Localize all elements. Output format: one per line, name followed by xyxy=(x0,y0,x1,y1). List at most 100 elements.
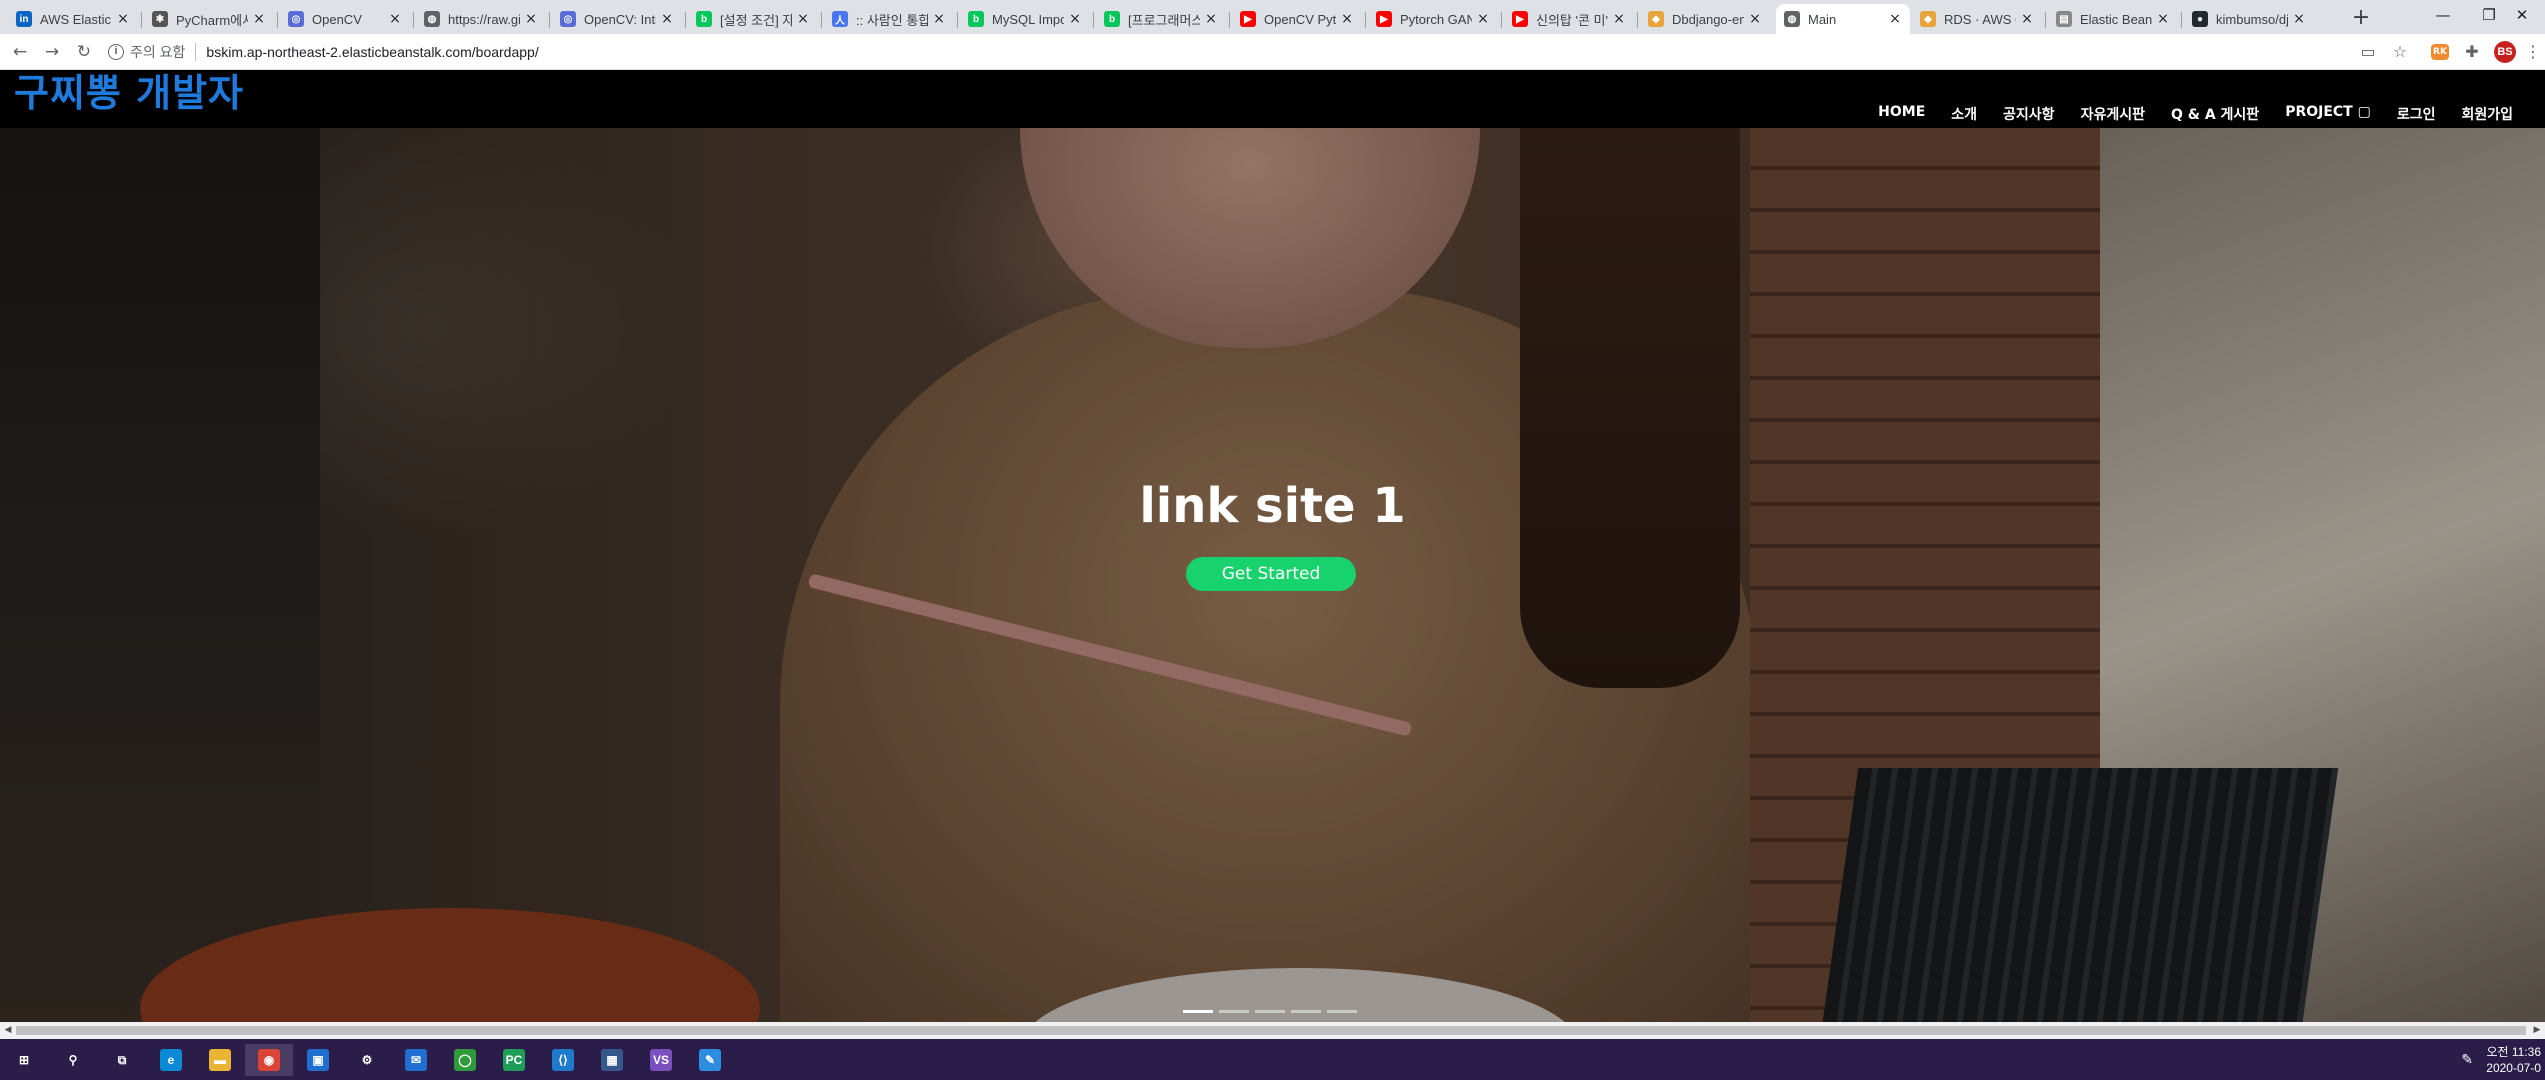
browser-tab[interactable]: ◆ Dbdjango-en × xyxy=(1640,4,1770,34)
nav-link[interactable]: Q & A 게시판 xyxy=(2158,104,2272,124)
settings-app[interactable]: ⚙ xyxy=(343,1044,391,1076)
carousel-indicator[interactable] xyxy=(1219,1010,1249,1013)
tab-close-icon[interactable]: × xyxy=(1748,11,1762,27)
tab-close-icon[interactable]: × xyxy=(1068,11,1082,27)
browser-tab[interactable]: ● kimbumso/dja× xyxy=(2184,4,2314,34)
scrollbar-thumb[interactable] xyxy=(16,1026,2526,1035)
profile-avatar[interactable]: BS xyxy=(2494,41,2516,63)
hero-title: link site 1 xyxy=(1139,478,1406,534)
back-arrow-icon[interactable]: ← xyxy=(8,40,32,64)
pycharm-app[interactable]: PC xyxy=(490,1044,538,1076)
mysql-workbench-app[interactable]: ▦ xyxy=(588,1044,636,1076)
forward-arrow-icon[interactable]: → xyxy=(40,40,64,64)
mail-app[interactable]: ✉ xyxy=(392,1044,440,1076)
scroll-right-arrow-icon[interactable]: ▶ xyxy=(2529,1022,2545,1039)
site-logo[interactable]: 구찌뽕 개발자 xyxy=(14,70,244,117)
browser-tab[interactable]: ▶ 신의탑 '콘 미', × xyxy=(1504,4,1634,34)
tab-title: :: 사람인 통합 xyxy=(856,12,928,28)
carousel-indicator[interactable] xyxy=(1183,1010,1213,1013)
tab-title: Pytorch GAN xyxy=(1400,11,1472,27)
tab-close-icon[interactable]: × xyxy=(2292,11,2306,27)
pen-icon[interactable]: ✎ xyxy=(2461,1052,2473,1068)
carousel-indicator[interactable] xyxy=(1291,1010,1321,1013)
new-tab-button[interactable]: + xyxy=(2348,6,2374,32)
tab-separator xyxy=(821,12,822,28)
nav-link[interactable]: 소개 xyxy=(1938,104,1990,124)
tab-close-icon[interactable]: × xyxy=(1204,11,1218,27)
browser-tab[interactable]: 人:: 사람인 통합 × xyxy=(824,4,954,34)
tab-close-icon[interactable]: × xyxy=(932,11,946,27)
nav-link[interactable]: 로그인 xyxy=(2384,104,2449,124)
naver-blog-icon: b xyxy=(1104,11,1120,27)
editor-app[interactable]: ✎ xyxy=(686,1044,734,1076)
minimize-window-button[interactable]: — xyxy=(2420,0,2466,30)
browser-tab[interactable]: ▶ Pytorch GAN × xyxy=(1368,4,1498,34)
aws-icon: ◆ xyxy=(1648,11,1664,27)
tab-close-icon[interactable]: × xyxy=(116,11,130,27)
browser-tab[interactable]: ◆ RDS · AWS Co× xyxy=(1912,4,2042,34)
tab-close-icon[interactable]: × xyxy=(252,11,266,27)
nav-link[interactable]: PROJECT ▢ xyxy=(2272,104,2384,124)
browser-tab[interactable]: b MySQL Import× xyxy=(960,4,1090,34)
security-warning[interactable]: 주의 요함 xyxy=(130,42,185,62)
tab-close-icon[interactable]: × xyxy=(1340,11,1354,27)
address-bar[interactable]: i 주의 요함 bskim.ap-northeast-2.elasticbean… xyxy=(108,38,2353,66)
carousel-indicator[interactable] xyxy=(1327,1010,1357,1013)
nav-link[interactable]: HOME xyxy=(1865,104,1938,124)
task-view-button[interactable]: ⧉ xyxy=(98,1044,146,1076)
tab-close-icon[interactable]: × xyxy=(796,11,810,27)
circle-app[interactable]: ◯ xyxy=(441,1044,489,1076)
browser-tab[interactable]: ◎ OpenCV: Intro× xyxy=(552,4,682,34)
info-icon[interactable]: i xyxy=(108,44,124,60)
browser-tab[interactable]: b [설정 조건] 자 × xyxy=(688,4,818,34)
visual-studio-app[interactable]: VS xyxy=(637,1044,685,1076)
tab-title: [프로그래머스] xyxy=(1128,12,1200,28)
nav-link[interactable]: 회원가입 xyxy=(2448,104,2526,124)
tab-close-icon[interactable]: × xyxy=(524,11,538,27)
vscode-app[interactable]: ⟨⟩ xyxy=(539,1044,587,1076)
tab-title: 신의탑 '콘 미', xyxy=(1536,12,1608,28)
system-tray: ✎ 오전 11:36 2020-07-0 xyxy=(2461,1039,2545,1080)
tab-separator xyxy=(957,12,958,28)
scroll-left-arrow-icon[interactable]: ◀ xyxy=(0,1022,16,1039)
extensions-puzzle-icon[interactable]: ✚ xyxy=(2460,40,2484,64)
browser-tab[interactable]: ▤ Elastic Beanst× xyxy=(2048,4,2178,34)
edge-app[interactable]: e xyxy=(147,1044,195,1076)
tab-close-icon[interactable]: × xyxy=(1476,11,1490,27)
url-text[interactable]: bskim.ap-northeast-2.elasticbeanstalk.co… xyxy=(206,44,538,60)
store-app[interactable]: ▣ xyxy=(294,1044,342,1076)
browser-tab[interactable]: in AWS Elastic Be× xyxy=(8,4,138,34)
tab-close-icon[interactable]: × xyxy=(660,11,674,27)
browser-tab[interactable]: ◍ https://raw.gi × xyxy=(416,4,546,34)
carousel-indicator[interactable] xyxy=(1255,1010,1285,1013)
tab-close-icon[interactable]: × xyxy=(388,11,402,27)
horizontal-scrollbar[interactable]: ◀ ▶ xyxy=(0,1022,2545,1039)
reload-icon[interactable]: ↻ xyxy=(72,40,96,64)
nav-link[interactable]: 자유게시판 xyxy=(2068,104,2158,124)
browser-tab[interactable]: b [프로그래머스] × xyxy=(1096,4,1226,34)
tab-close-icon[interactable]: × xyxy=(2020,11,2034,27)
tab-close-icon[interactable]: × xyxy=(2156,11,2170,27)
nav-link[interactable]: 공지사항 xyxy=(1990,104,2068,124)
system-clock[interactable]: 오전 11:36 2020-07-0 xyxy=(2485,1044,2545,1076)
browser-tab[interactable]: ✱ PyCharm에서 × xyxy=(144,4,274,34)
file-explorer-app[interactable]: ▬ xyxy=(196,1044,244,1076)
cast-icon[interactable]: ▭ xyxy=(2356,40,2380,64)
browser-tab[interactable]: ◎ OpenCV × xyxy=(280,4,410,34)
carousel-indicators xyxy=(1183,1010,1357,1013)
start-button[interactable]: ⊞ xyxy=(0,1044,48,1076)
browser-tab[interactable]: ▶ OpenCV Pytho× xyxy=(1232,4,1362,34)
bookmark-star-icon[interactable]: ☆ xyxy=(2388,40,2412,64)
tab-close-icon[interactable]: × xyxy=(1888,11,1902,27)
close-window-button[interactable]: ✕ xyxy=(2499,0,2545,30)
chrome-app[interactable]: ◉ xyxy=(245,1044,293,1076)
extension-icon[interactable]: RK xyxy=(2431,44,2449,60)
globe-icon: ◍ xyxy=(1784,11,1800,27)
search-button[interactable]: ⚲ xyxy=(49,1044,97,1076)
browser-tab[interactable]: ◍ Main × xyxy=(1776,4,1910,34)
tab-close-icon[interactable]: × xyxy=(1612,11,1626,27)
youtube-icon: ▶ xyxy=(1240,11,1256,27)
get-started-button[interactable]: Get Started xyxy=(1186,557,1356,591)
menu-kebab-icon[interactable]: ⋮ xyxy=(2521,40,2545,64)
address-divider xyxy=(195,43,197,61)
